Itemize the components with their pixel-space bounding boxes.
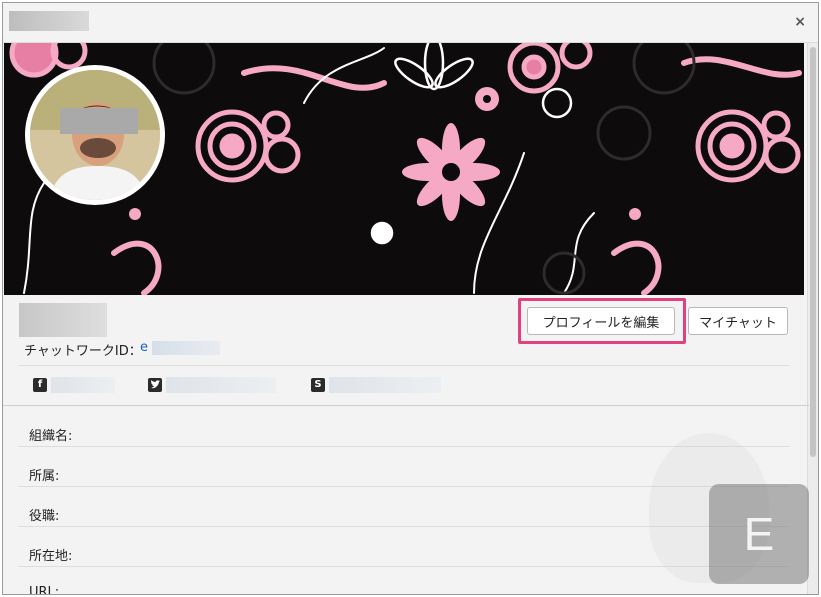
twitter-bird-glyph bbox=[150, 380, 160, 389]
social-facebook[interactable]: f bbox=[33, 377, 115, 393]
chatwork-id-label: チャットワークID： bbox=[24, 344, 142, 359]
social-skype[interactable]: S bbox=[311, 377, 441, 393]
twitter-icon bbox=[148, 378, 162, 392]
facebook-icon: f bbox=[33, 378, 47, 392]
close-icon[interactable]: × bbox=[794, 14, 806, 30]
chatwork-id-redaction bbox=[152, 341, 220, 355]
field-label-location: 所在地: bbox=[29, 549, 73, 564]
field-label-department: 所属: bbox=[29, 469, 60, 484]
profile-dialog: × チャットワークID： e プロフィールを編集 マイチャット f S 組織名:… bbox=[2, 2, 819, 595]
avatar-face-redaction bbox=[60, 108, 138, 134]
field-label-title: 役職: bbox=[29, 509, 60, 524]
section-divider bbox=[3, 405, 809, 406]
field-label-organization: 組織名: bbox=[29, 429, 73, 444]
profile-avatar[interactable] bbox=[25, 65, 165, 205]
twitter-account-redaction bbox=[166, 377, 276, 393]
avatar-person-image bbox=[30, 70, 160, 200]
field-label-url: URL: bbox=[29, 585, 60, 595]
avatar-photo bbox=[30, 70, 160, 200]
scrollbar-thumb[interactable] bbox=[810, 47, 816, 457]
dialog-title-redacted bbox=[9, 11, 89, 31]
edit-profile-button[interactable]: プロフィールを編集 bbox=[527, 307, 675, 335]
dialog-titlebar: × bbox=[3, 3, 818, 43]
watermark-logo: E bbox=[709, 484, 809, 584]
chatwork-id-value: e bbox=[140, 340, 148, 355]
divider bbox=[19, 365, 789, 366]
facebook-account-redaction bbox=[51, 377, 115, 393]
skype-account-redaction bbox=[329, 377, 441, 393]
social-twitter[interactable] bbox=[148, 377, 276, 393]
my-chat-button[interactable]: マイチャット bbox=[688, 307, 788, 335]
skype-icon: S bbox=[311, 378, 325, 392]
profile-name-redacted bbox=[19, 303, 107, 337]
